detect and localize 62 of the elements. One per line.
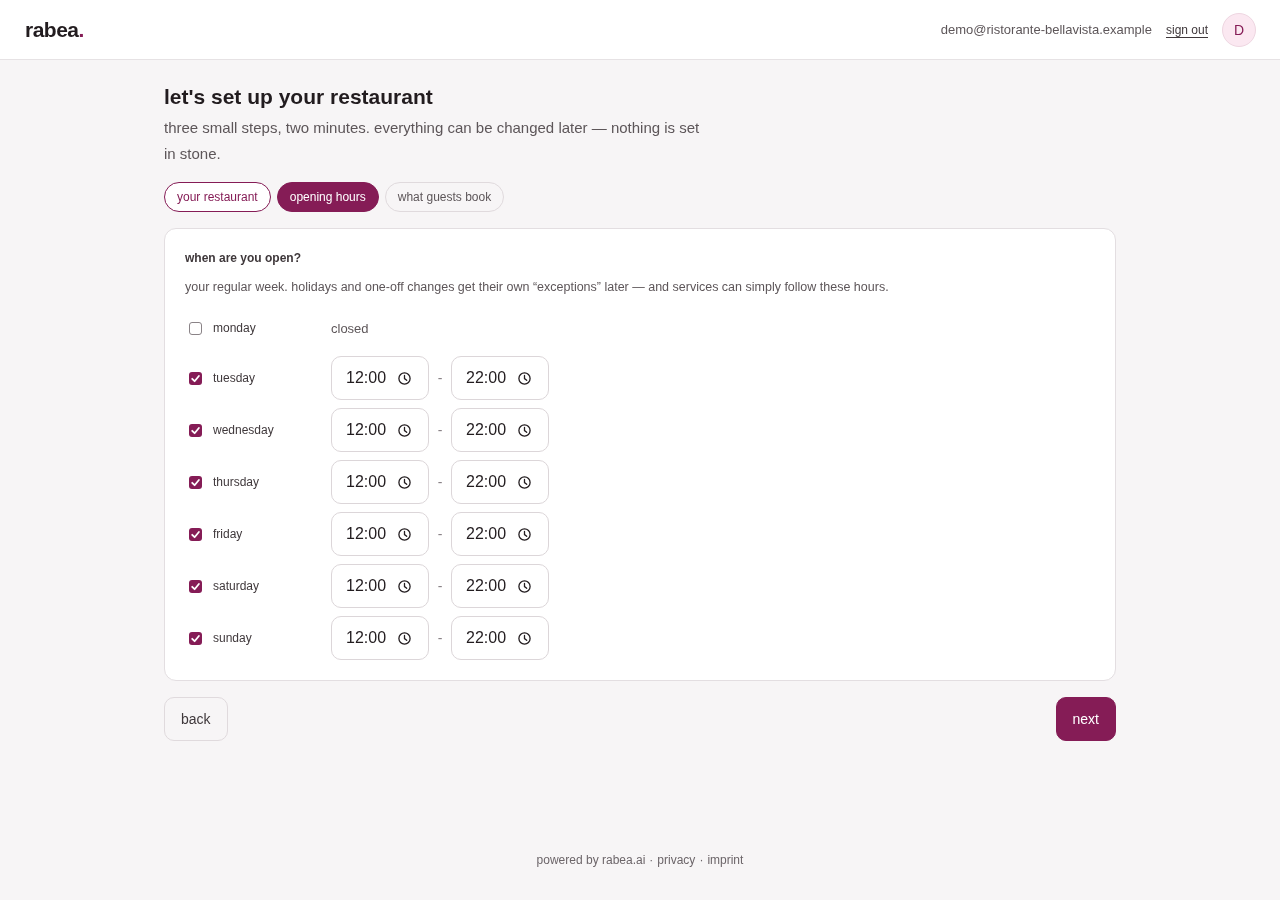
next-button[interactable]: next — [1055, 697, 1116, 741]
card-description: your regular week. holidays and one-off changes get their own “exceptions” later — and services can simply follow these hours. — [185, 279, 889, 296]
time-field[interactable]: 22:00 — [451, 512, 549, 556]
time-field[interactable]: 22:00 — [451, 408, 549, 452]
clock-icon — [518, 631, 531, 645]
card-title: when are you open? — [185, 250, 301, 267]
clock-icon — [518, 579, 531, 593]
checkbox[interactable] — [189, 371, 202, 385]
day-label: monday — [213, 321, 256, 335]
clock-icon — [398, 423, 411, 437]
logo[interactable]: rabea. — [25, 17, 84, 42]
footer-link[interactable]: imprint — [707, 852, 744, 868]
footer-separator: · — [649, 852, 654, 868]
day-label: thursday — [213, 475, 260, 489]
checkbox[interactable] — [189, 321, 202, 335]
day-label: saturday — [213, 579, 260, 593]
time-field[interactable]: 12:00 — [331, 512, 429, 556]
time-field[interactable]: 12:00 — [331, 408, 429, 452]
checkbox[interactable] — [189, 631, 202, 645]
time-field[interactable]: 12:00 — [331, 460, 429, 504]
clock-icon — [518, 527, 531, 541]
clock-icon — [518, 371, 531, 385]
time-field[interactable]: 22:00 — [451, 356, 549, 400]
clock-icon — [518, 475, 531, 489]
step-tab[interactable]: your restaurant — [164, 182, 271, 212]
clock-icon — [398, 631, 411, 645]
page-subtitle: three small steps, two minutes. everything can be changed later — nothing is set in stone. — [164, 118, 701, 164]
clock-icon — [398, 475, 411, 489]
clock-icon — [518, 423, 531, 437]
closed-label: closed — [331, 320, 369, 336]
time-field[interactable]: 12:00 — [331, 616, 429, 660]
day-label: tuesday — [213, 371, 256, 385]
range-dash: - — [436, 422, 444, 438]
range-dash: - — [436, 474, 444, 490]
range-dash: - — [436, 630, 444, 646]
time-field[interactable]: 22:00 — [451, 616, 549, 660]
avatar[interactable]: D — [1222, 12, 1256, 47]
checkbox[interactable] — [189, 475, 202, 489]
back-button[interactable]: back — [164, 697, 228, 741]
clock-icon — [398, 371, 411, 385]
day-label: sunday — [213, 631, 252, 645]
day-label: friday — [213, 527, 243, 541]
footer-credit: powered by rabea.ai — [536, 852, 646, 868]
time-field[interactable]: 22:00 — [451, 564, 549, 608]
time-field[interactable]: 22:00 — [451, 460, 549, 504]
clock-icon — [398, 579, 411, 593]
footer-separator: · — [699, 852, 704, 868]
time-field[interactable]: 12:00 — [331, 564, 429, 608]
sign-out-link[interactable]: sign out — [1165, 22, 1208, 37]
checkbox[interactable] — [189, 527, 202, 541]
footer-link[interactable]: privacy — [657, 852, 696, 868]
user-email: demo@ristorante-bellavista.example — [940, 22, 1152, 37]
time-field[interactable]: 12:00 — [331, 356, 429, 400]
page-title: let's set up your restaurant — [164, 84, 433, 110]
range-dash: - — [436, 578, 444, 594]
range-dash: - — [436, 370, 444, 386]
clock-icon — [398, 527, 411, 541]
step-tab[interactable]: opening hours — [276, 182, 379, 212]
day-label: wednesday — [213, 423, 274, 437]
checkbox[interactable] — [189, 579, 202, 593]
range-dash: - — [436, 526, 444, 542]
checkbox[interactable] — [189, 423, 202, 437]
